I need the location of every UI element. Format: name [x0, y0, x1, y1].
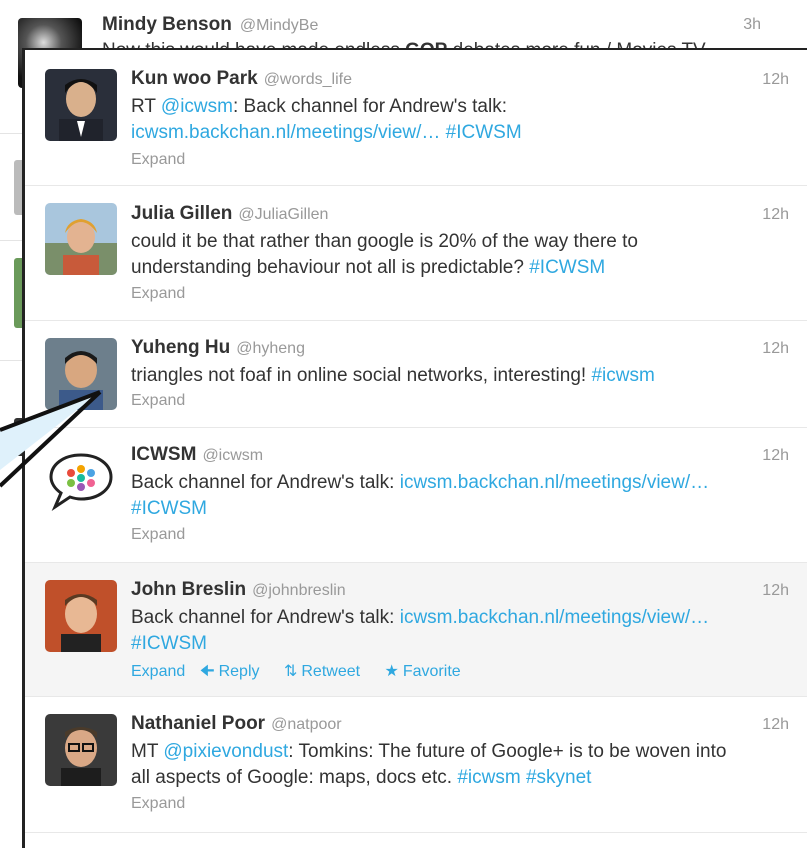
tweet-author[interactable]: Kun woo Park @words_life — [131, 68, 352, 90]
author-handle[interactable]: @natpoor — [271, 716, 342, 733]
reply-icon: 🠈 — [199, 663, 215, 680]
author-name[interactable]: Kun woo Park — [131, 68, 258, 89]
avatar[interactable] — [45, 203, 117, 275]
tweet-item[interactable]: Julia Gillen @JuliaGillen 12h could it be… — [25, 186, 807, 321]
expand-link[interactable]: Expand — [131, 151, 185, 169]
tweet-author[interactable]: Julia Gillen @JuliaGillen — [131, 203, 328, 225]
hashtag-link[interactable]: #ICWSM — [529, 257, 605, 278]
url-link[interactable]: icwsm.backchan.nl/meetings/view/… — [400, 472, 709, 493]
tweet-item[interactable]: Nathaniel Poor @natpoor 12h MT @pixievond… — [25, 697, 807, 833]
tweet-text-part: understanding behaviour not all is predi… — [131, 257, 524, 278]
tweet-item[interactable]: ICWSM @icwsm 12h Back channel for Andrew'… — [25, 428, 807, 563]
author-handle[interactable]: @MindyBe — [240, 17, 319, 34]
favorite-button[interactable]: ★ Favorite — [385, 663, 471, 680]
tweet-text-part: all aspects of Google: maps, docs etc. — [131, 767, 453, 788]
tweet-time[interactable]: 3h — [743, 16, 761, 34]
tweet-author[interactable]: Yuheng Hu @hyheng — [131, 337, 305, 359]
reply-button[interactable]: 🠈 Reply — [200, 663, 270, 680]
author-name[interactable]: John Breslin — [131, 579, 246, 600]
hashtag-link[interactable]: #ICWSM — [446, 122, 522, 143]
expand-link[interactable]: Expand — [131, 526, 185, 544]
hashtag-link[interactable]: #icwsm — [457, 767, 520, 788]
retweet-label: Retweet — [301, 663, 361, 680]
tweet-actions: Expand 🠈 Reply ⇅ Retweet ★ Favorite — [131, 660, 481, 687]
star-icon: ★ — [384, 663, 399, 680]
retweet-icon: ⇅ — [283, 663, 298, 680]
tweet-text-part: Back channel for Andrew's talk: — [131, 607, 395, 628]
author-handle[interactable]: @JuliaGillen — [238, 206, 328, 223]
tweet-item[interactable]: John Breslin @johnbreslin 12h Back channe… — [25, 563, 807, 697]
tweet-time[interactable]: 12h — [762, 206, 789, 224]
tweet-time[interactable]: 12h — [762, 582, 789, 600]
hashtag-link[interactable]: #ICWSM — [131, 633, 207, 654]
tweet-time[interactable]: 12h — [762, 447, 789, 465]
expand-link[interactable]: Expand — [131, 392, 185, 410]
avatar[interactable] — [45, 714, 117, 786]
speech-bubble-logo-icon — [45, 445, 117, 517]
tweet-text: MT @pixievondust: Tomkins: The future of… — [131, 739, 781, 791]
tweet-item[interactable]: Yuheng Hu @hyheng 12h triangles not foaf … — [25, 321, 807, 428]
url-link[interactable]: icwsm.backchan.nl/meetings/view/… — [131, 122, 440, 143]
expand-link[interactable]: Expand — [131, 795, 185, 813]
reply-label: Reply — [218, 663, 260, 680]
tweet-time[interactable]: 12h — [762, 71, 789, 89]
tweet-text-part: RT — [131, 96, 161, 117]
author-handle[interactable]: @words_life — [264, 71, 352, 88]
tweet-text-part: : Back channel for Andrew's talk: — [232, 96, 507, 117]
tweet-text-part: triangles not foaf in online social netw… — [131, 365, 587, 386]
tweet-text: RT @icwsm: Back channel for Andrew's tal… — [131, 94, 781, 146]
tweet-popup-panel: Kun woo Park @words_life 12h RT @icwsm: B… — [22, 48, 807, 848]
tweet-text-part: could it be that rather than google is 2… — [131, 231, 638, 252]
tweet-author[interactable]: Mindy Benson @MindyBe — [102, 14, 318, 36]
tweet-author[interactable]: John Breslin @johnbreslin — [131, 579, 346, 601]
tweet-text: Back channel for Andrew's talk: icwsm.ba… — [131, 605, 781, 657]
avatar[interactable] — [45, 445, 117, 517]
tweet-text: triangles not foaf in online social netw… — [131, 363, 781, 389]
expand-link[interactable]: Expand — [131, 663, 185, 680]
mention-link[interactable]: @icwsm — [161, 96, 233, 117]
url-link[interactable]: icwsm.backchan.nl/meetings/view/… — [400, 607, 709, 628]
author-handle[interactable]: @hyheng — [236, 340, 305, 357]
tweet-text-part: Back channel for Andrew's talk: — [131, 472, 395, 493]
avatar[interactable] — [45, 338, 117, 410]
expand-link[interactable]: Expand — [131, 285, 185, 303]
tweet-text-part: MT — [131, 741, 164, 762]
author-name[interactable]: Nathaniel Poor — [131, 713, 265, 734]
tweet-text-part: : Tomkins: The future of Google+ is to b… — [288, 741, 727, 762]
mention-link[interactable]: @pixievondust — [163, 741, 288, 762]
tweet-text: could it be that rather than google is 2… — [131, 229, 781, 281]
author-name[interactable]: Yuheng Hu — [131, 337, 230, 358]
tweet-time[interactable]: 12h — [762, 340, 789, 358]
avatar[interactable] — [45, 69, 117, 141]
avatar[interactable] — [45, 580, 117, 652]
tweet-text: Back channel for Andrew's talk: icwsm.ba… — [131, 470, 781, 522]
author-handle[interactable]: @johnbreslin — [252, 582, 346, 599]
author-name[interactable]: Julia Gillen — [131, 203, 232, 224]
author-name[interactable]: ICWSM — [131, 444, 196, 465]
hashtag-link[interactable]: #ICWSM — [131, 498, 207, 519]
tweet-author[interactable]: Nathaniel Poor @natpoor — [131, 713, 342, 735]
tweet-item[interactable]: Kun woo Park @words_life 12h RT @icwsm: B… — [25, 50, 807, 186]
hashtag-link[interactable]: #icwsm — [591, 365, 654, 386]
hashtag-link[interactable]: #skynet — [526, 767, 591, 788]
author-name[interactable]: Mindy Benson — [102, 14, 232, 35]
tweet-time[interactable]: 12h — [762, 716, 789, 734]
author-handle[interactable]: @icwsm — [202, 447, 263, 464]
retweet-button[interactable]: ⇅ Retweet — [284, 663, 370, 680]
favorite-label: Favorite — [402, 663, 461, 680]
tweet-author[interactable]: ICWSM @icwsm — [131, 444, 263, 466]
